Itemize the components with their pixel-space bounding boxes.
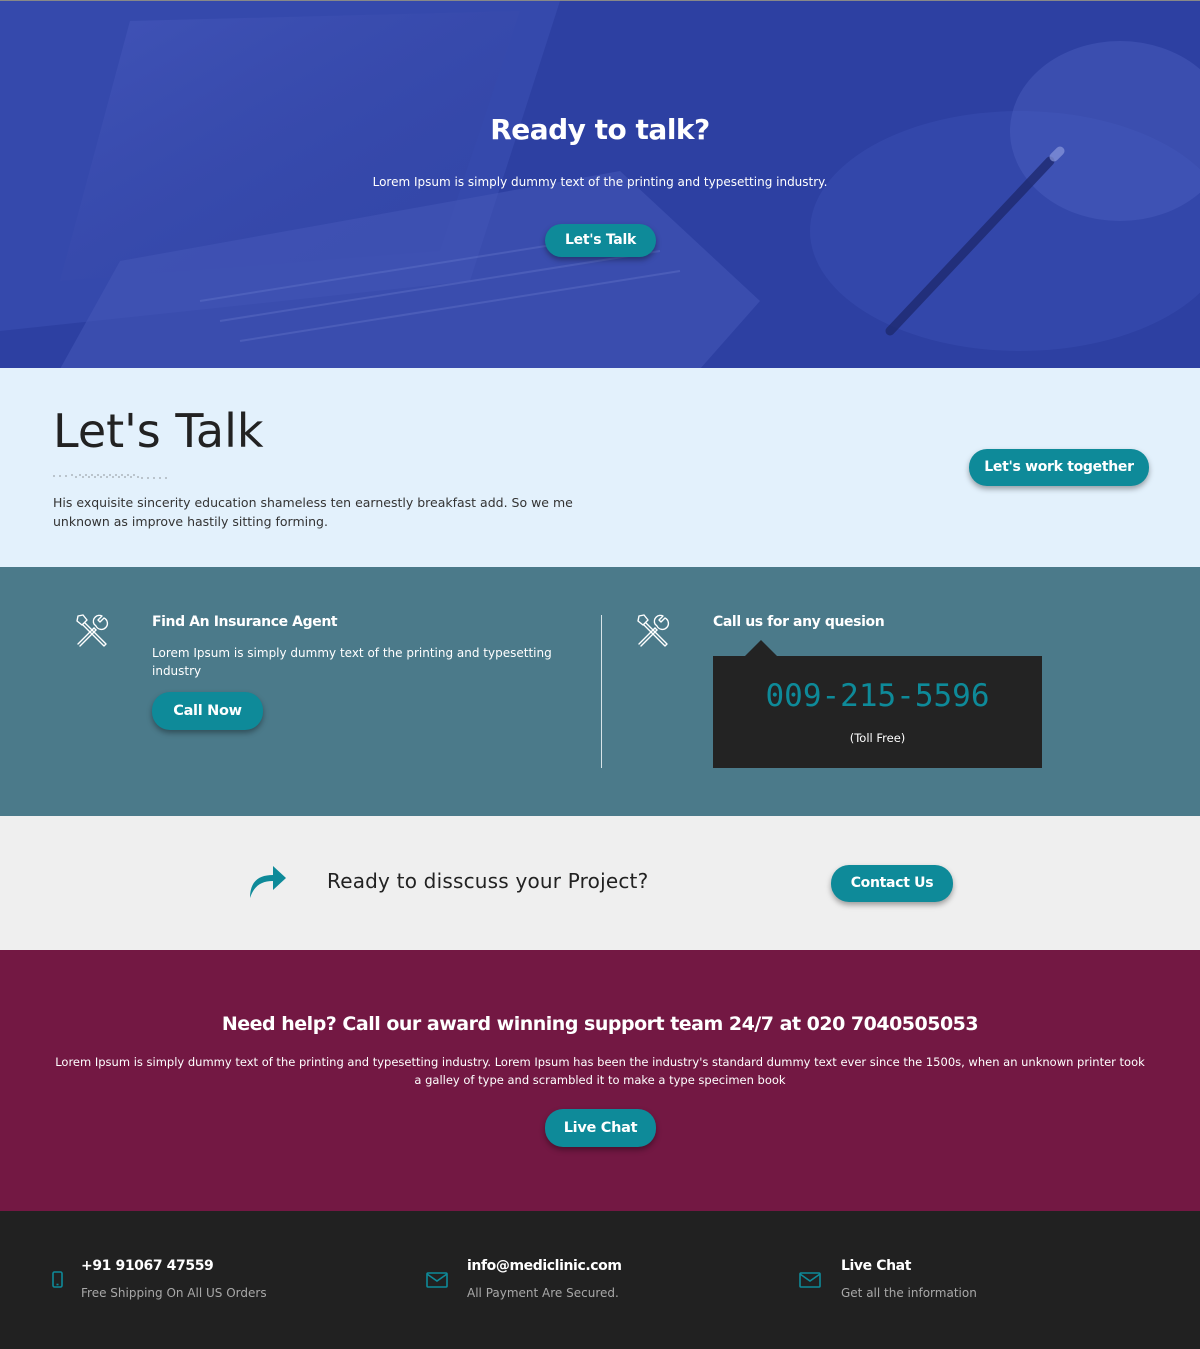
share-arrow-icon	[250, 866, 286, 898]
phone-number[interactable]: 009-215-5596	[713, 678, 1042, 714]
hero-title: Ready to talk?	[490, 113, 710, 146]
support-section: Need help? Call our award winning suppor…	[0, 950, 1200, 1211]
project-cta-section: Ready to disscuss your Project? Contact …	[0, 816, 1200, 950]
talk-title: Let's Talk	[53, 404, 264, 458]
lets-talk-section: Let's Talk His exquisite sincerity educa…	[0, 368, 1200, 567]
insurance-agent-section: Find An Insurance Agent Lorem Ipsum is s…	[0, 567, 1200, 816]
hero-text: Lorem Ipsum is simply dummy text of the …	[372, 175, 828, 189]
live-chat-button[interactable]: Live Chat	[545, 1109, 656, 1147]
talk-text: His exquisite sincerity education shamel…	[53, 495, 573, 529]
lets-talk-button[interactable]: Let's Talk	[545, 224, 656, 257]
footer-email-subtitle: All Payment Are Secured.	[467, 1286, 619, 1300]
tools-icon	[76, 614, 109, 647]
hero-section: Ready to talk? Lorem Ipsum is simply dum…	[0, 0, 1200, 368]
dotted-divider	[53, 474, 167, 479]
agent-text: Lorem Ipsum is simply dummy text of the …	[152, 646, 552, 678]
envelope-icon	[426, 1272, 448, 1288]
footer-live-chat[interactable]: Live Chat	[841, 1258, 911, 1274]
footer-phone[interactable]: +91 91067 47559	[81, 1258, 214, 1274]
contact-us-button[interactable]: Contact Us	[831, 865, 953, 902]
vertical-divider	[601, 615, 602, 768]
lets-work-together-button[interactable]: Let's work together	[969, 449, 1149, 486]
call-us-title: Call us for any quesion	[713, 614, 885, 630]
phone-box-pointer	[745, 640, 777, 656]
footer-phone-subtitle: Free Shipping On All US Orders	[81, 1286, 267, 1300]
support-title: Need help? Call our award winning suppor…	[221, 1013, 979, 1035]
mobile-phone-icon	[52, 1271, 63, 1288]
agent-title: Find An Insurance Agent	[152, 614, 338, 630]
footer-email[interactable]: info@mediclinic.com	[467, 1258, 622, 1274]
call-now-button[interactable]: Call Now	[152, 692, 263, 730]
project-prompt: Ready to disscuss your Project?	[327, 869, 649, 893]
toll-free-label: (Toll Free)	[849, 731, 906, 745]
envelope-icon	[799, 1272, 821, 1288]
support-text: Lorem Ipsum is simply dummy text of the …	[55, 1055, 1145, 1087]
footer: +91 91067 47559 Free Shipping On All US …	[0, 1211, 1200, 1349]
phone-box: 009-215-5596 (Toll Free)	[713, 656, 1042, 768]
footer-live-chat-subtitle: Get all the information	[841, 1286, 977, 1300]
tools-icon	[637, 614, 670, 647]
